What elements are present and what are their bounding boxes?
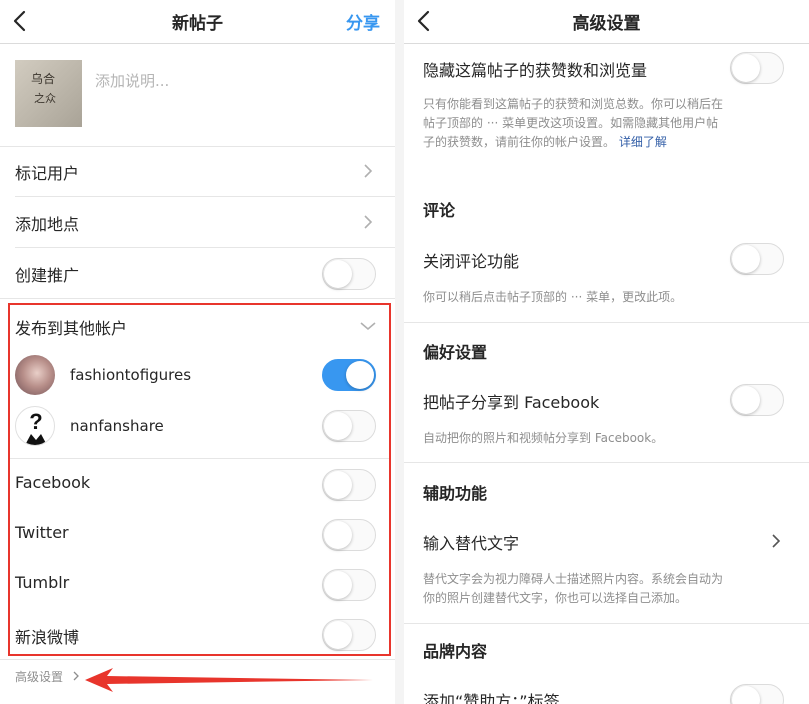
toggle-knob bbox=[732, 54, 760, 82]
page-title: 高级设置 bbox=[572, 14, 641, 34]
service-row-weibo: 新浪微博 bbox=[0, 610, 395, 656]
service-label: Facebook bbox=[15, 473, 91, 492]
tumblr-toggle[interactable] bbox=[322, 569, 376, 601]
weibo-toggle[interactable] bbox=[322, 619, 376, 651]
service-row-twitter: Twitter bbox=[0, 510, 395, 560]
question-mark-avatar-icon: ? bbox=[25, 409, 47, 445]
thumbnail-text-line2: 之众 bbox=[34, 92, 56, 105]
paid-partnership-toggle[interactable] bbox=[730, 684, 784, 704]
page-title: 新帖子 bbox=[172, 14, 223, 34]
divider bbox=[0, 659, 395, 660]
facebook-toggle[interactable] bbox=[322, 469, 376, 501]
twitter-toggle[interactable] bbox=[322, 519, 376, 551]
alt-text-row[interactable]: 输入替代文字 bbox=[404, 515, 809, 563]
service-label: Tumblr bbox=[15, 573, 70, 592]
toggle-knob bbox=[732, 245, 760, 273]
divider bbox=[404, 322, 809, 323]
account-name: fashiontofigures bbox=[70, 366, 192, 384]
advanced-settings-link[interactable]: 高级设置 bbox=[15, 668, 80, 685]
description-line: 替代文字会为视力障碍人士描述照片内容。系统会自动为 bbox=[423, 572, 724, 586]
share-button[interactable]: 分享 bbox=[346, 9, 380, 34]
description-line: 你的照片创建替代文字，你也可以选择自己添加。 bbox=[423, 591, 688, 605]
branded-content-section-title: 品牌内容 bbox=[423, 642, 488, 661]
description-line: 帖子顶部的 ··· 菜单更改这项设置。如需隐藏其他用户帖 bbox=[423, 116, 719, 130]
disable-comments-title: 关闭评论功能 bbox=[423, 252, 520, 271]
new-post-screen: 新帖子 分享 乌合 之众 添加说明... 标记用户 添加地点 创建推广 发布到其… bbox=[0, 0, 395, 704]
account-toggle-nanfanshare[interactable] bbox=[322, 410, 376, 442]
svg-text:?: ? bbox=[29, 409, 42, 434]
disable-comments-toggle[interactable] bbox=[730, 243, 784, 275]
hide-likes-title: 隐藏这篇帖子的获赞数和浏览量 bbox=[423, 61, 648, 80]
toggle-knob bbox=[324, 260, 352, 288]
service-label: Twitter bbox=[15, 523, 69, 542]
service-row-tumblr: Tumblr bbox=[0, 560, 395, 610]
description-line: 只有你能看到这篇帖子的获赞和浏览总数。你可以稍后在 bbox=[423, 97, 724, 111]
accessibility-section-title: 辅助功能 bbox=[423, 484, 488, 503]
caption-input[interactable]: 添加说明... bbox=[95, 70, 169, 91]
description-line: 子的获赞数，请前往你的帐户设置。 详细了解 bbox=[423, 133, 783, 152]
chevron-right-icon bbox=[772, 534, 781, 548]
service-row-facebook: Facebook bbox=[0, 460, 395, 510]
divider bbox=[404, 623, 809, 624]
share-to-facebook-description: 自动把你的照片和视频帖分享到 Facebook。 bbox=[423, 431, 664, 445]
share-to-facebook-toggle[interactable] bbox=[730, 384, 784, 416]
chevron-down-icon bbox=[360, 322, 376, 331]
create-promotion-row: 创建推广 bbox=[0, 248, 395, 298]
paid-partnership-title: 添加“赞助方：”标签 bbox=[423, 692, 560, 704]
toggle-knob bbox=[324, 571, 352, 599]
disable-comments-description: 你可以稍后点击帖子顶部的 ··· 菜单，更改此项。 bbox=[423, 290, 683, 304]
hide-likes-toggle[interactable] bbox=[730, 52, 784, 84]
hide-likes-description: 只有你能看到这篇帖子的获赞和浏览总数。你可以稍后在 帖子顶部的 ··· 菜单更改… bbox=[423, 95, 783, 152]
tag-people-label: 标记用户 bbox=[15, 164, 80, 183]
new-post-header: 新帖子 分享 bbox=[0, 0, 395, 44]
add-location-row[interactable]: 添加地点 bbox=[0, 197, 395, 247]
preferences-section-title: 偏好设置 bbox=[423, 343, 488, 362]
advanced-settings-header: 高级设置 bbox=[404, 0, 809, 44]
learn-more-link[interactable]: 详细了解 bbox=[619, 135, 667, 149]
advanced-settings-label: 高级设置 bbox=[15, 670, 64, 684]
account-name: nanfanshare bbox=[70, 417, 164, 435]
comments-section-title: 评论 bbox=[423, 201, 456, 220]
create-promotion-label: 创建推广 bbox=[15, 266, 80, 285]
toggle-knob bbox=[324, 412, 352, 440]
alt-text-description: 替代文字会为视力障碍人士描述照片内容。系统会自动为 你的照片创建替代文字，你也可… bbox=[423, 570, 783, 608]
thumbnail-text-line1: 乌合 bbox=[31, 72, 56, 86]
description-text: 子的获赞数，请前往你的帐户设置。 bbox=[423, 135, 616, 149]
account-row-nanfanshare: ? nanfanshare bbox=[0, 400, 395, 452]
divider bbox=[404, 462, 809, 463]
post-to-other-accounts-row[interactable]: 发布到其他帐户 bbox=[0, 305, 395, 345]
panel-gutter bbox=[395, 0, 404, 704]
chevron-right-icon bbox=[364, 215, 373, 229]
account-toggle-fashiontofigures[interactable] bbox=[322, 359, 376, 391]
tag-people-row[interactable]: 标记用户 bbox=[0, 146, 395, 196]
avatar bbox=[15, 355, 55, 395]
advanced-settings-screen: 高级设置 隐藏这篇帖子的获赞数和浏览量 只有你能看到这篇帖子的获赞和浏览总数。你… bbox=[404, 0, 809, 704]
toggle-knob bbox=[324, 521, 352, 549]
annotation-arrow-icon bbox=[85, 668, 373, 692]
toggle-knob bbox=[732, 686, 760, 704]
avatar: ? bbox=[15, 406, 55, 446]
alt-text-title: 输入替代文字 bbox=[423, 534, 520, 553]
toggle-knob bbox=[732, 386, 760, 414]
divider bbox=[0, 298, 395, 299]
share-to-facebook-title: 把帖子分享到 Facebook bbox=[423, 393, 600, 412]
add-location-label: 添加地点 bbox=[15, 215, 80, 234]
create-promotion-toggle[interactable] bbox=[322, 258, 376, 290]
toggle-knob bbox=[346, 361, 374, 389]
chevron-right-icon bbox=[364, 164, 373, 178]
toggle-knob bbox=[324, 621, 352, 649]
service-label: 新浪微博 bbox=[15, 628, 80, 647]
chevron-right-icon bbox=[73, 671, 79, 681]
divider bbox=[10, 458, 390, 459]
post-thumbnail[interactable]: 乌合 之众 bbox=[15, 60, 82, 127]
post-to-other-accounts-label: 发布到其他帐户 bbox=[15, 319, 128, 338]
toggle-knob bbox=[324, 471, 352, 499]
account-row-fashiontofigures: fashiontofigures bbox=[0, 350, 395, 400]
